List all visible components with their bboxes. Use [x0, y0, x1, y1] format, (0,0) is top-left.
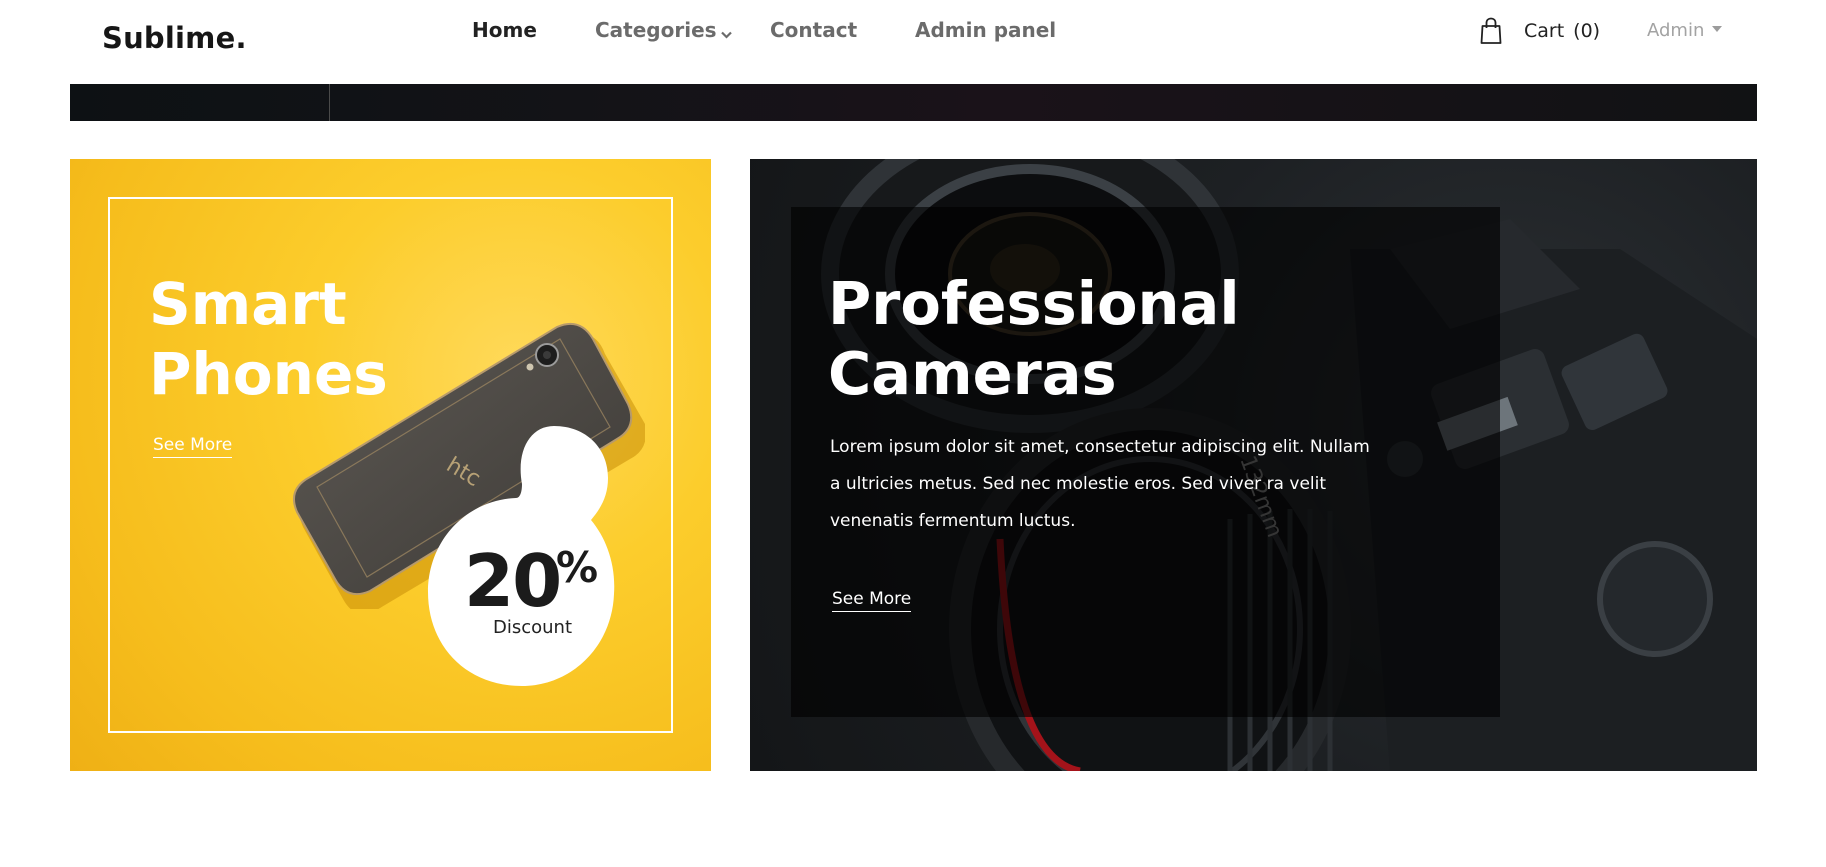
phones-title: Smart Phones [149, 270, 388, 408]
phones-see-more-link[interactable]: See More [153, 435, 233, 458]
discount-percent-sign: % [556, 543, 599, 592]
nav-admin-panel[interactable]: Admin panel [915, 18, 1056, 42]
hero-divider [329, 84, 330, 121]
cart-label: Cart [1524, 20, 1565, 42]
site-header: Sublime. Home Categories Contact Admin p… [0, 0, 1826, 84]
professional-cameras-banner[interactable]: 132mm Professional Cameras Lorem ipsum d… [750, 159, 1757, 771]
caret-down-icon [1712, 26, 1723, 32]
nav-categories-label: Categories [595, 18, 717, 42]
discount-value: 20 [464, 539, 562, 623]
shopping-bag-icon [1480, 17, 1502, 45]
chevron-down-icon [720, 20, 732, 44]
discount-label: Discount [493, 617, 573, 638]
cameras-see-more-link[interactable]: See More [832, 589, 912, 612]
hero-slider-strip [70, 84, 1757, 121]
nav-contact[interactable]: Contact [770, 18, 857, 42]
user-menu-label: Admin [1647, 20, 1705, 41]
smart-phones-banner[interactable]: htc Smart Phones See More 20 % Discount [70, 159, 711, 771]
user-menu-dropdown[interactable]: Admin [1647, 20, 1723, 41]
cameras-description: Lorem ipsum dolor sit amet, consectetur … [830, 437, 1370, 531]
cameras-title: Professional Cameras [828, 269, 1240, 408]
nav-categories[interactable]: Categories [595, 18, 732, 44]
cart-count: (0) [1573, 20, 1601, 42]
site-logo[interactable]: Sublime. [102, 21, 247, 55]
cart-button[interactable]: Cart (0) [1480, 17, 1600, 45]
nav-home[interactable]: Home [472, 18, 537, 42]
